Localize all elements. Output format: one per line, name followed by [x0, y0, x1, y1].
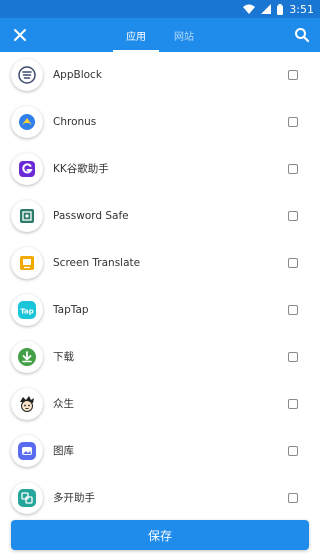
status-time: 3:51: [289, 2, 314, 16]
app-bar: 应用 网站: [0, 18, 320, 52]
app-checkbox[interactable]: [288, 70, 298, 80]
app-checkbox[interactable]: [288, 352, 298, 362]
zhongsheng-icon: [11, 388, 43, 420]
status-icons: 3:51: [243, 0, 314, 18]
app-name: 下载: [53, 351, 74, 363]
app-row[interactable]: KK谷歌助手: [0, 146, 320, 193]
kk-google-helper-icon: [11, 153, 43, 185]
search-icon[interactable]: [292, 25, 312, 45]
screen-translate-icon: [11, 247, 43, 279]
tab-websites[interactable]: 网站: [164, 18, 204, 52]
app-name: AppBlock: [53, 69, 102, 81]
app-row[interactable]: Screen Translate: [0, 240, 320, 287]
app-row[interactable]: Tap TapTap: [0, 287, 320, 334]
app-checkbox[interactable]: [288, 164, 298, 174]
app-list: AppBlock Chronus KK谷歌助手 Password Safe Sc…: [0, 52, 320, 522]
app-name: Screen Translate: [53, 257, 141, 269]
app-name: TapTap: [53, 304, 89, 316]
app-checkbox[interactable]: [288, 258, 298, 268]
appblock-icon: [11, 59, 43, 91]
app-checkbox[interactable]: [288, 446, 298, 456]
wifi-icon: [243, 4, 256, 14]
app-name: Chronus: [53, 116, 97, 128]
app-row[interactable]: Password Safe: [0, 193, 320, 240]
status-bar: 3:51: [0, 0, 320, 18]
app-checkbox[interactable]: [288, 399, 298, 409]
multi-open-icon: [11, 482, 43, 514]
taptap-icon: Tap: [11, 294, 43, 326]
app-checkbox[interactable]: [288, 211, 298, 221]
app-row[interactable]: 下载: [0, 334, 320, 381]
signal-icon: [261, 4, 272, 14]
app-row[interactable]: Chronus: [0, 99, 320, 146]
app-row[interactable]: AppBlock: [0, 52, 320, 99]
app-checkbox[interactable]: [288, 305, 298, 315]
tab-apps[interactable]: 应用: [113, 18, 159, 52]
app-checkbox[interactable]: [288, 117, 298, 127]
password-safe-icon: [11, 200, 43, 232]
app-name: Password Safe: [53, 210, 129, 222]
app-row[interactable]: 图库: [0, 428, 320, 475]
app-checkbox[interactable]: [288, 493, 298, 503]
app-name: KK谷歌助手: [53, 163, 109, 175]
app-name: 图库: [53, 445, 74, 457]
chronus-icon: [11, 106, 43, 138]
download-icon: [11, 341, 43, 373]
app-name: 众生: [53, 398, 74, 410]
close-icon[interactable]: [10, 25, 30, 45]
app-row[interactable]: 众生: [0, 381, 320, 428]
app-name: 多开助手: [53, 492, 95, 504]
svg-text:Tap: Tap: [20, 308, 34, 316]
save-button[interactable]: 保存: [11, 520, 309, 550]
gallery-icon: [11, 435, 43, 467]
battery-icon: [277, 3, 284, 15]
app-row[interactable]: 多开助手: [0, 475, 320, 522]
